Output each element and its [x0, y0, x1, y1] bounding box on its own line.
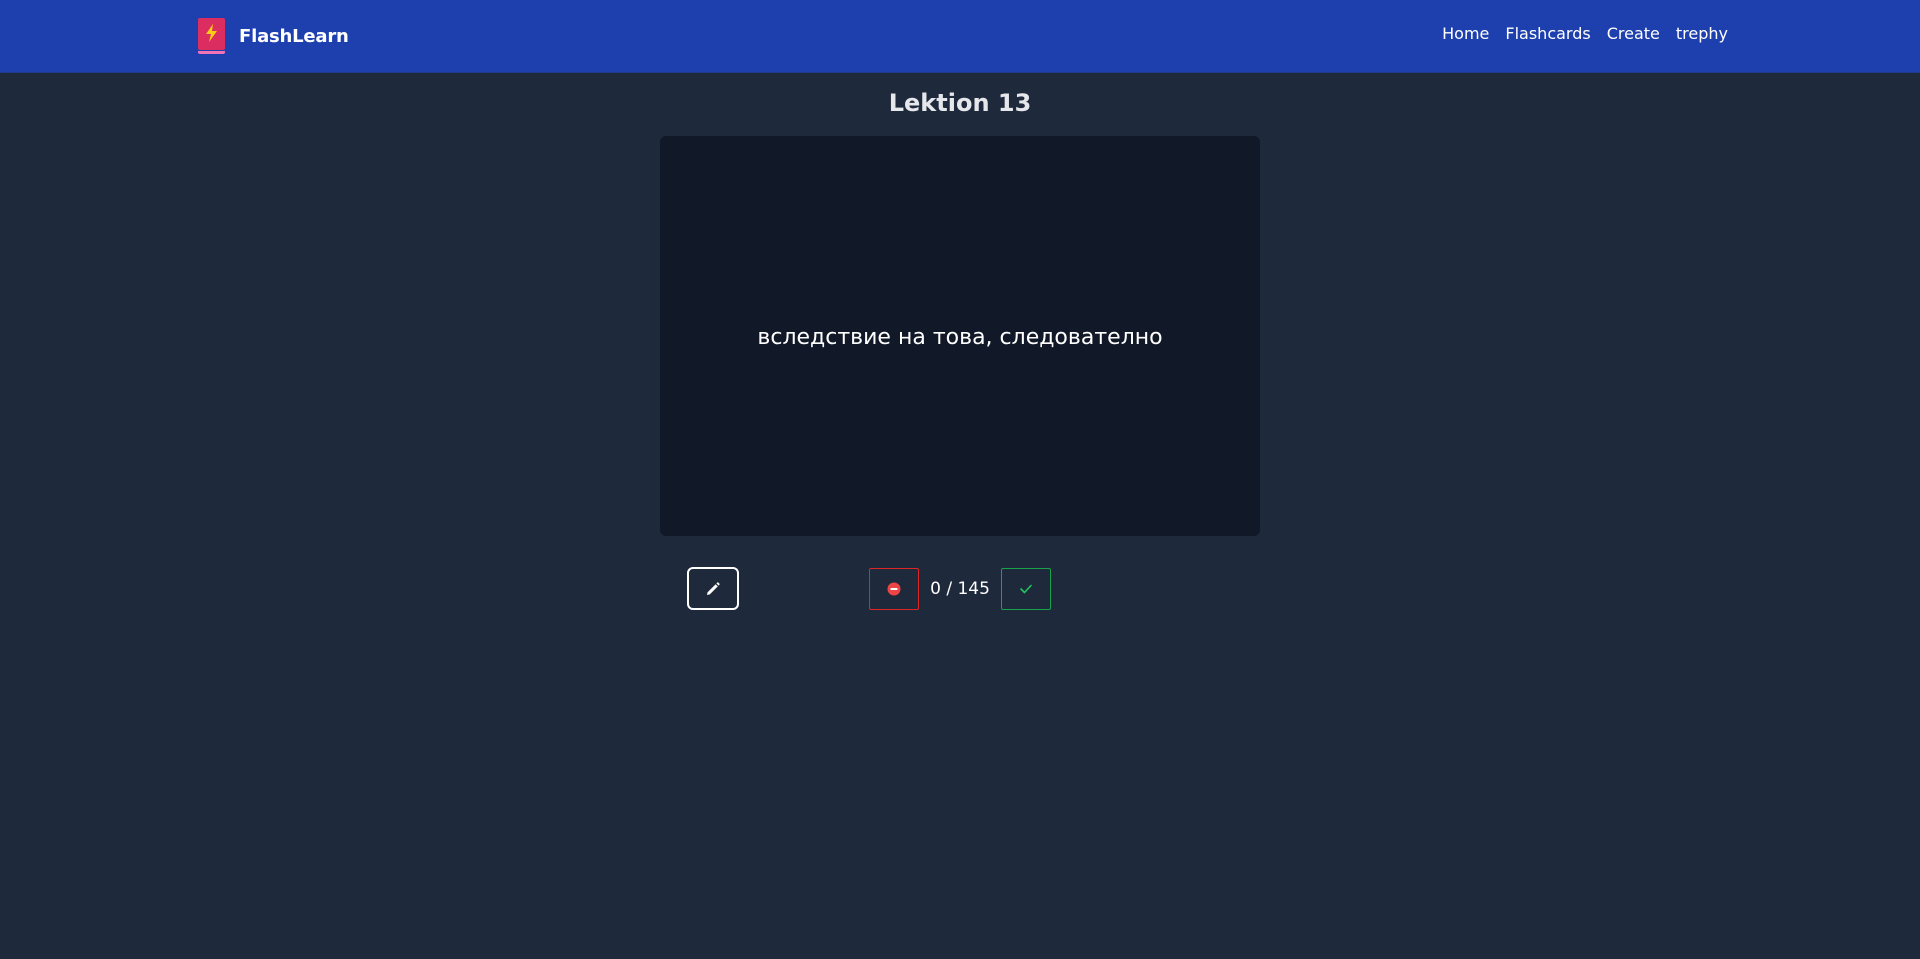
mark-wrong-button[interactable] [869, 568, 919, 610]
progress-counter: 0 / 145 [930, 579, 990, 599]
nav-create-link[interactable]: Create [1607, 24, 1660, 43]
edit-card-button[interactable] [687, 567, 739, 610]
flashcard-text: вследствие на това, следователно [757, 324, 1163, 350]
nav-home-link[interactable]: Home [1442, 24, 1489, 43]
deck-title: Lektion 13 [888, 89, 1032, 117]
minus-circle-icon [887, 582, 901, 596]
nav-user-link[interactable]: trephy [1676, 24, 1728, 43]
brand-name: FlashLearn [239, 25, 349, 47]
navbar: FlashLearn Home Flashcards Create trephy [0, 0, 1920, 73]
nav-flashcards-link[interactable]: Flashcards [1505, 24, 1590, 43]
lightning-bolt-icon [206, 24, 217, 42]
brand-link[interactable]: FlashLearn [198, 18, 349, 54]
pencil-icon [707, 581, 720, 595]
flashcard[interactable]: вследствие на това, следователно [660, 136, 1260, 536]
flashlearn-logo-icon [198, 18, 225, 54]
mark-right-button[interactable] [1001, 568, 1051, 610]
check-icon [1020, 584, 1032, 594]
nav-links: Home Flashcards Create trephy [1442, 24, 1728, 43]
